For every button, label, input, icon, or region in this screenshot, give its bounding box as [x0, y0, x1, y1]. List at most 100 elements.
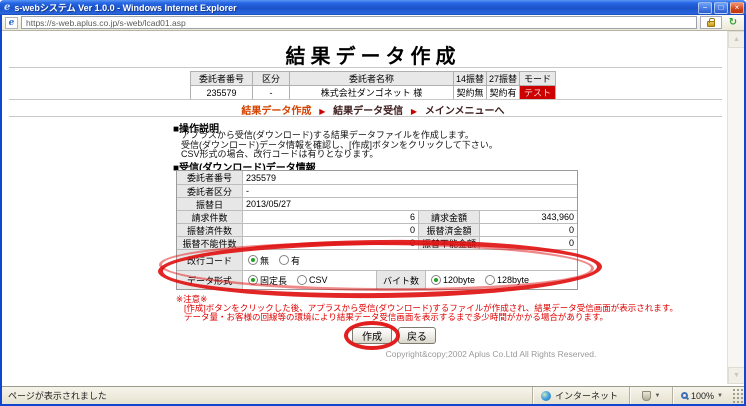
- table-row-linefeed-code: 改行コード 無 有: [177, 249, 577, 270]
- field-label: 振替不能金額: [418, 237, 480, 249]
- field-value: 0: [243, 224, 418, 236]
- column-header: 27振替: [487, 72, 520, 86]
- field-label: 請求金額: [418, 211, 480, 223]
- caution-note: ※注意※ [作成]ボタンをクリックした後、アプラスから受信(ダウンロード)するフ…: [176, 295, 678, 322]
- radio-label: 120byte: [443, 275, 475, 285]
- maximize-button[interactable]: □: [714, 2, 728, 14]
- divider: [9, 99, 722, 100]
- zoom-control[interactable]: 100% ▼: [673, 391, 731, 401]
- field-label: 振替済金額: [418, 224, 480, 236]
- field-label: 委託者番号: [177, 171, 243, 184]
- padlock-icon: [707, 21, 715, 27]
- trustee-number: 235579: [190, 86, 252, 100]
- kbn-value: -: [252, 86, 289, 100]
- radio-label: 128byte: [497, 275, 529, 285]
- address-bar: e https://s-web.aplus.co.jp/s-web/lcad01…: [2, 15, 744, 31]
- column-header: 委託者番号: [190, 72, 252, 86]
- field-label: 振替済件数: [177, 224, 243, 236]
- field-label: バイト数: [376, 271, 426, 289]
- table-row: 委託者区分 -: [177, 184, 577, 197]
- divider: [9, 67, 722, 68]
- radio-label: CSV: [309, 275, 328, 285]
- magnifier-icon: [681, 392, 688, 399]
- radio-format-fixed[interactable]: [248, 275, 258, 285]
- radio-label: 無: [260, 254, 269, 267]
- back-button[interactable]: 戻る: [398, 327, 436, 344]
- radio-bytes-120[interactable]: [431, 275, 441, 285]
- field-value: -: [243, 185, 577, 197]
- column-header: 14振替: [453, 72, 486, 86]
- ie-logo-icon: e: [4, 2, 10, 13]
- scroll-up-button[interactable]: ▲: [728, 31, 744, 48]
- bytes-radio-group: 120byte 128byte: [426, 271, 577, 289]
- copyright: Copyright&copy;2002 Aplus Co.Ltd All Rig…: [290, 349, 692, 359]
- vertical-scrollbar[interactable]: ▲ ▼: [727, 31, 744, 384]
- linefeed-radio-group: 無 有: [243, 250, 577, 270]
- field-value: 235579: [243, 171, 577, 184]
- protected-mode-button[interactable]: ▼: [630, 391, 672, 401]
- divider: [9, 116, 722, 117]
- title-bar: e s-webシステム Ver 1.0.0 - Windows Internet…: [0, 0, 746, 15]
- column-header: 委託者名称: [289, 72, 453, 86]
- radio-bytes-128[interactable]: [485, 275, 495, 285]
- globe-icon: [541, 391, 551, 401]
- breadcrumb-nav: 結果データ作成 ▶ 結果データ受信 ▶ メインメニューへ: [2, 102, 744, 117]
- url-field[interactable]: https://s-web.aplus.co.jp/s-web/lcad01.a…: [21, 16, 697, 29]
- minimize-button[interactable]: −: [698, 2, 712, 14]
- page-content: 結果データ作成 委託者番号 区分 委託者名称 14振替 27振替 モード 235…: [2, 31, 744, 384]
- page-title: 結果データ作成: [2, 40, 744, 69]
- browser-window: e s-webシステム Ver 1.0.0 - Windows Internet…: [0, 0, 746, 406]
- column-header: モード: [520, 72, 556, 86]
- dropdown-arrow-icon: ▼: [655, 393, 661, 399]
- ssl-lock-button[interactable]: [700, 16, 722, 29]
- radio-label: 有: [291, 254, 300, 267]
- field-label: データ形式: [177, 271, 243, 289]
- shield-icon: [642, 391, 651, 401]
- table-row: 振替済件数 0 振替済金額 0: [177, 223, 577, 236]
- create-button[interactable]: 作成: [352, 327, 392, 344]
- dropdown-arrow-icon: ▼: [717, 393, 723, 399]
- refresh-button[interactable]: ↻: [725, 16, 741, 29]
- resize-grip[interactable]: [731, 389, 743, 403]
- table-row: 委託者番号 235579: [177, 171, 577, 184]
- zone-label: インターネット: [555, 389, 618, 402]
- arrow-right-icon: ▶: [411, 107, 417, 116]
- radio-linefeed-yes[interactable]: [279, 255, 289, 265]
- field-value: 343,960: [480, 211, 577, 223]
- status-bar: ページが表示されました インターネット ▼ 100% ▼: [2, 386, 744, 404]
- field-value: 0: [243, 237, 418, 249]
- status-message: ページが表示されました: [2, 389, 532, 402]
- field-value: 6: [243, 211, 418, 223]
- security-zone: インターネット: [533, 389, 629, 402]
- radio-format-csv[interactable]: [297, 275, 307, 285]
- radio-linefeed-none[interactable]: [248, 255, 258, 265]
- field-label: 請求件数: [177, 211, 243, 223]
- radio-label: 固定長: [260, 274, 287, 287]
- client-info-table: 委託者番号 区分 委託者名称 14振替 27振替 モード 235579 - 株式…: [190, 71, 556, 100]
- field-label: 改行コード: [177, 250, 243, 270]
- window-controls: − □ ×: [698, 2, 744, 14]
- field-label: 委託者区分: [177, 185, 243, 197]
- close-button[interactable]: ×: [730, 2, 744, 14]
- table-row: 振替不能件数 0 振替不能金額 0: [177, 236, 577, 249]
- download-info-table: 委託者番号 235579 委託者区分 - 振替日 2013/05/27 請求件数…: [176, 170, 578, 290]
- field-value: 0: [480, 224, 577, 236]
- url-text: https://s-web.aplus.co.jp/s-web/lcad01.a…: [26, 18, 186, 28]
- field-value: 0: [480, 237, 577, 249]
- web-page: 結果データ作成 委託者番号 区分 委託者名称 14振替 27振替 モード 235…: [2, 31, 744, 384]
- transfer27-status: 契約有: [487, 86, 520, 100]
- field-label: 振替日: [177, 198, 243, 210]
- format-radio-group: 固定長 CSV: [243, 271, 376, 289]
- client-table-value-row: 235579 - 株式会社ダンゴネット 様 契約無 契約有 テスト: [190, 86, 555, 100]
- arrow-right-icon: ▶: [319, 107, 325, 116]
- table-row: 請求件数 6 請求金額 343,960: [177, 210, 577, 223]
- refresh-icon: ↻: [729, 18, 737, 28]
- field-value: 2013/05/27: [243, 198, 577, 210]
- column-header: 区分: [252, 72, 289, 86]
- transfer14-status: 契約無: [453, 86, 486, 100]
- trustee-name: 株式会社ダンゴネット 様: [289, 86, 453, 100]
- mode-badge: テスト: [520, 86, 556, 100]
- scroll-down-button[interactable]: ▼: [728, 367, 744, 384]
- caution-line: データ量・お客様の回線等の環境により結果データ受信画面を表示するまで多少時間がか…: [184, 313, 678, 322]
- page-icon: e: [5, 17, 18, 29]
